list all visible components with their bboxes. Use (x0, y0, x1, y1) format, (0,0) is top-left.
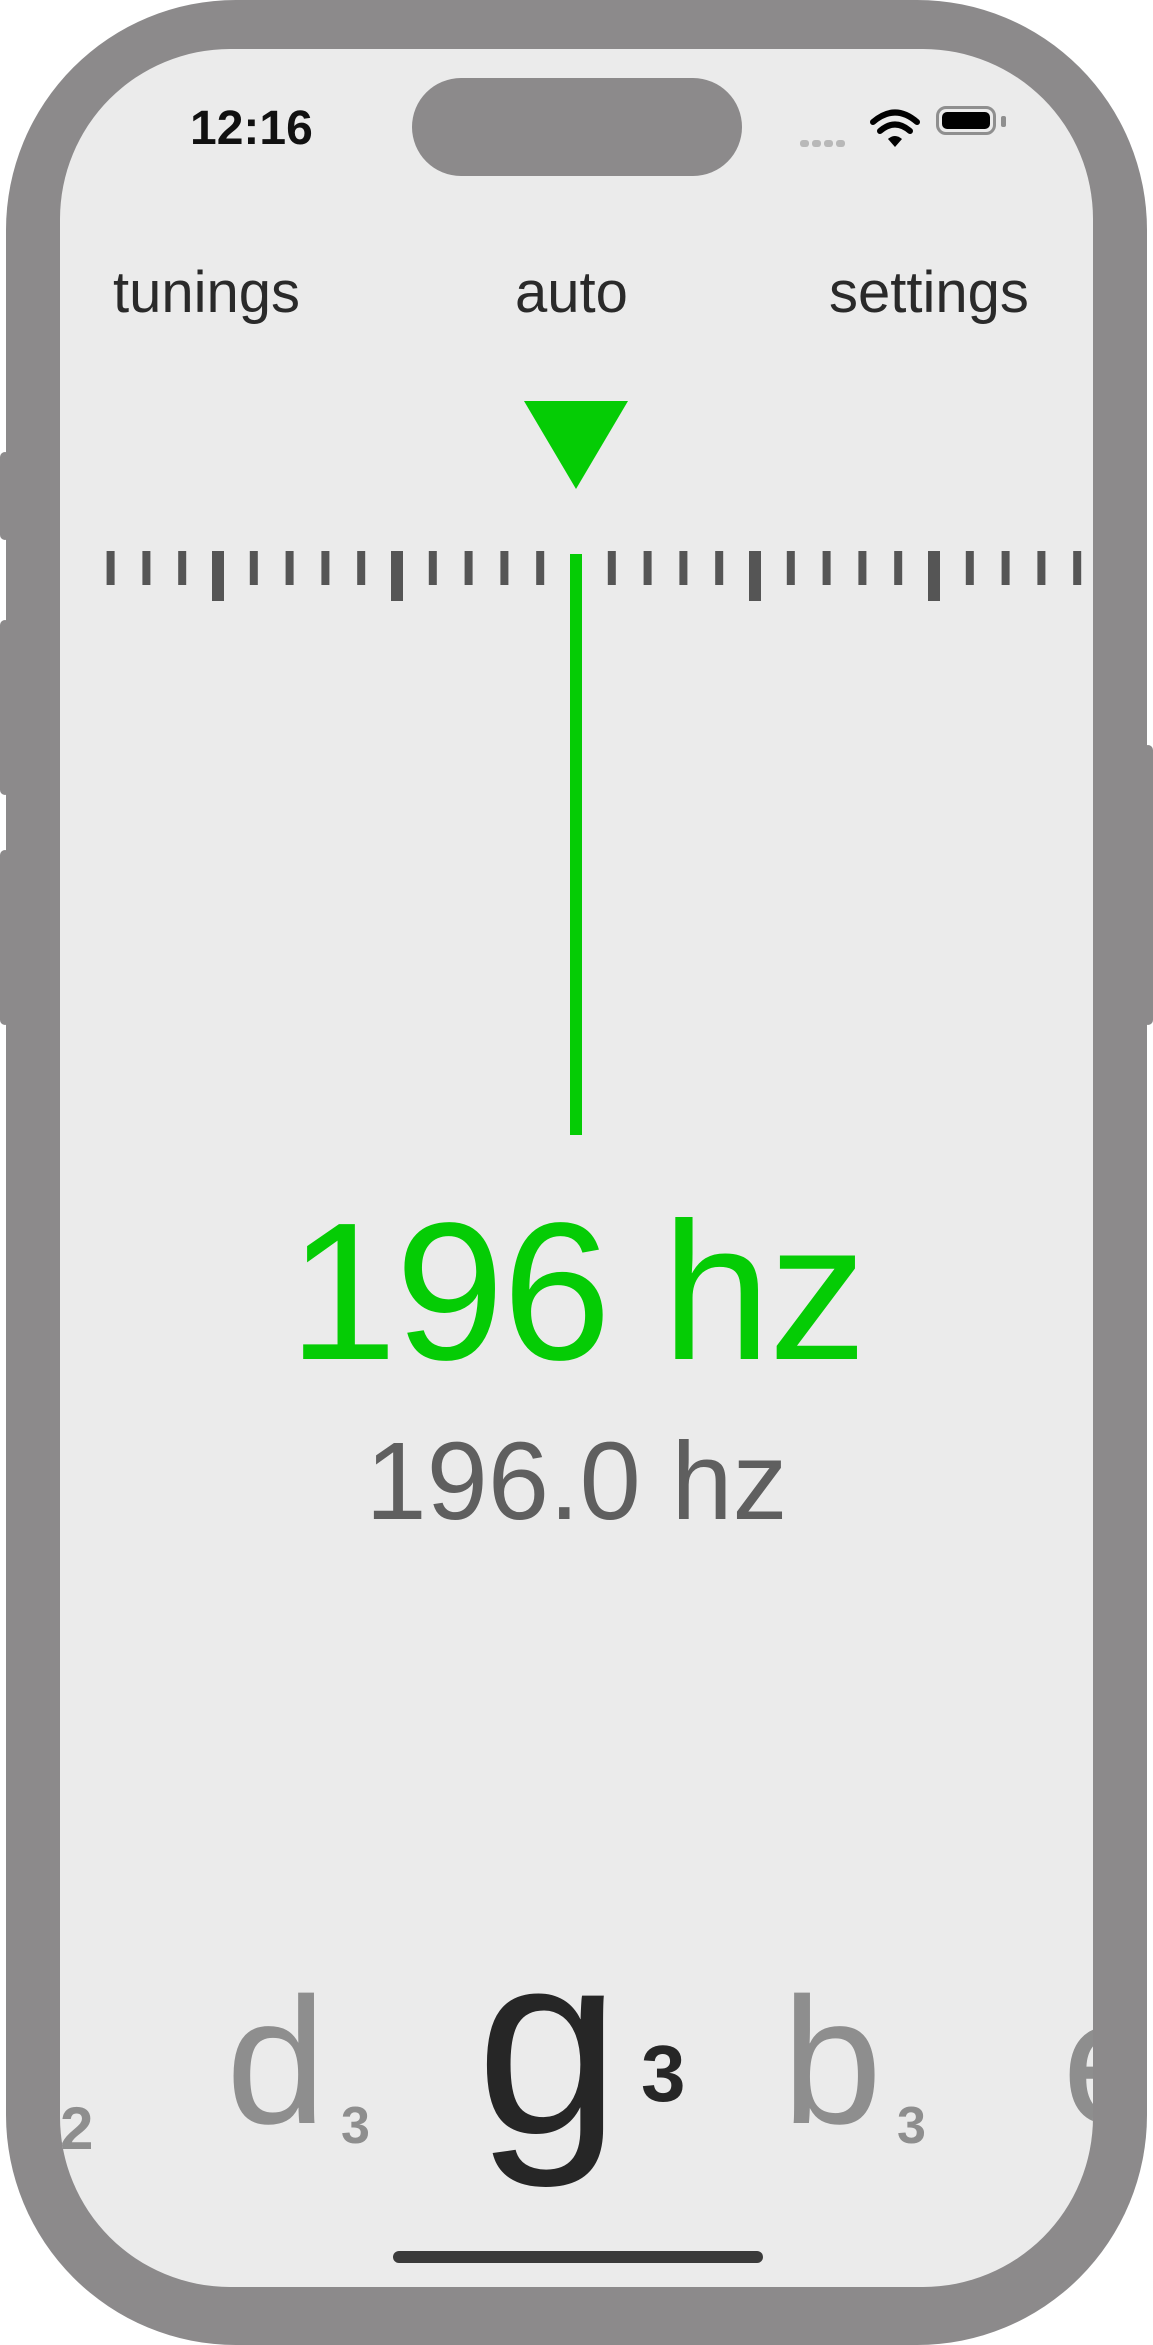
note-octave: 3 (641, 2029, 686, 2118)
minor-tick (965, 551, 974, 585)
minor-tick (500, 551, 509, 585)
minor-tick (321, 551, 330, 585)
note-item[interactable]: 2 (60, 2069, 100, 2159)
settings-button[interactable]: settings (829, 259, 1029, 326)
dynamic-island (412, 78, 742, 176)
volume-up-button (0, 620, 10, 795)
status-time: 12:16 (190, 102, 313, 155)
minor-tick (1037, 551, 1046, 585)
auto-button[interactable]: auto (515, 259, 628, 326)
battery-icon (936, 106, 996, 135)
tunings-button[interactable]: tunings (113, 259, 300, 326)
minor-tick (106, 551, 115, 585)
minor-tick (178, 551, 187, 585)
wifi-icon (870, 109, 920, 147)
minor-tick (643, 551, 652, 585)
minor-tick (607, 551, 616, 585)
minor-tick (142, 551, 151, 585)
note-octave: 3 (341, 2097, 370, 2155)
pitch-pointer-icon (524, 401, 628, 489)
minor-tick (464, 551, 473, 585)
minor-tick (357, 551, 366, 585)
minor-tick (285, 551, 294, 585)
home-indicator[interactable] (393, 2251, 763, 2263)
major-tick (749, 551, 761, 601)
note-item-selected[interactable]: g 3 (476, 1914, 716, 2174)
action-button (0, 452, 10, 540)
battery-tip (1001, 116, 1006, 127)
note-letter: g (476, 1899, 621, 2189)
detected-frequency: 196 hz (288, 1182, 866, 1401)
minor-tick (858, 551, 867, 585)
note-letter: b (782, 1961, 883, 2162)
note-octave: 3 (897, 2097, 926, 2155)
note-item[interactable]: e (1062, 1969, 1093, 2152)
minor-tick (679, 551, 688, 585)
cellular-signal-icon (800, 134, 848, 152)
note-octave: 2 (60, 2095, 94, 2162)
minor-tick (786, 551, 795, 585)
minor-tick (249, 551, 258, 585)
note-item[interactable]: b 3 (782, 1961, 942, 2162)
minor-tick (1073, 551, 1082, 585)
minor-tick (822, 551, 831, 585)
major-tick (928, 551, 940, 601)
precise-frequency: 196.0 hz (365, 1420, 788, 1543)
note-letter: e (1062, 1972, 1093, 2152)
minor-tick (536, 551, 545, 585)
major-tick (212, 551, 224, 601)
minor-tick (428, 551, 437, 585)
major-tick (391, 551, 403, 601)
note-letter: d (226, 1961, 327, 2162)
screen: 12:16 tunings auto settings 196 hz 196.0… (60, 49, 1093, 2287)
volume-down-button (0, 850, 10, 1025)
note-item[interactable]: d 3 (226, 1961, 386, 2162)
minor-tick (1001, 551, 1010, 585)
power-button (1143, 745, 1153, 1025)
tuning-needle (570, 554, 582, 1135)
minor-tick (894, 551, 903, 585)
minor-tick (715, 551, 724, 585)
